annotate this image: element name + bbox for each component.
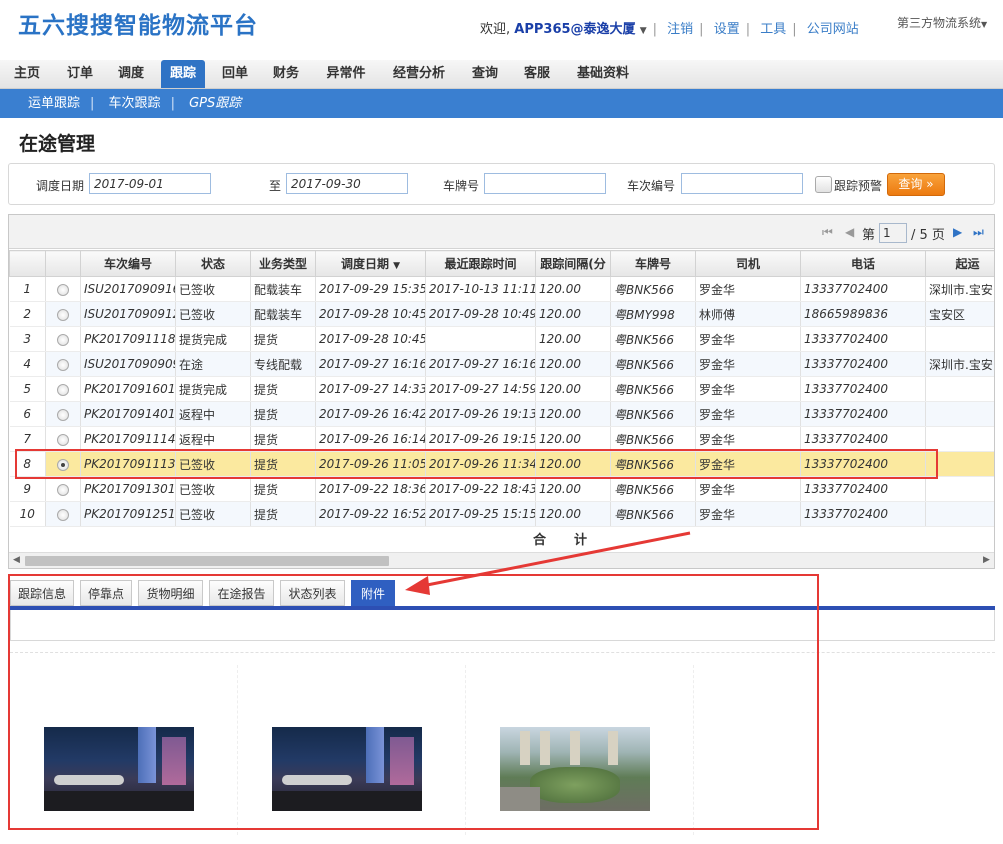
annotation-arrow [405, 531, 691, 595]
